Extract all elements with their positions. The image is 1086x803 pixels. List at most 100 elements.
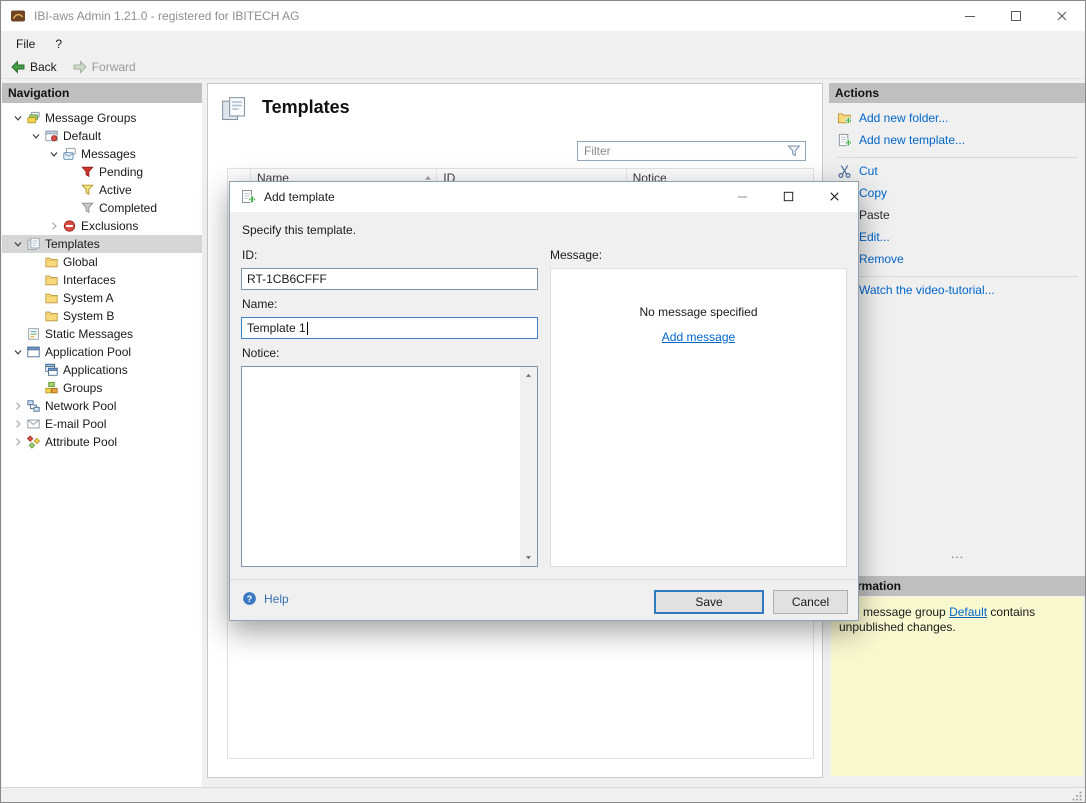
tree-item-completed[interactable]: Completed bbox=[2, 199, 202, 217]
tree-item-application-pool[interactable]: Application Pool bbox=[2, 343, 202, 361]
messages-icon bbox=[62, 147, 77, 161]
tree-item-label: Message Groups bbox=[45, 111, 136, 125]
chevron-expanded-icon[interactable] bbox=[10, 110, 26, 126]
tree-spacer bbox=[64, 164, 80, 180]
titlebar: IBI-aws Admin 1.21.0 - registered for IB… bbox=[1, 1, 1085, 31]
filter-input[interactable] bbox=[578, 144, 786, 158]
tree-item-label: Exclusions bbox=[81, 219, 138, 233]
tree-item-label: Global bbox=[63, 255, 98, 269]
forward-icon bbox=[72, 59, 88, 75]
tree-item-interfaces[interactable]: Interfaces bbox=[2, 271, 202, 289]
templates-page-icon bbox=[220, 95, 248, 123]
panel-splitter[interactable]: ... bbox=[829, 547, 1086, 561]
help-label: Help bbox=[264, 592, 289, 606]
notice-scrollbar[interactable] bbox=[520, 367, 537, 566]
tree-item-default[interactable]: Default bbox=[2, 127, 202, 145]
funnel-pending-icon bbox=[80, 165, 95, 179]
tree-item-label: Active bbox=[99, 183, 132, 197]
tree-item-groups[interactable]: Groups bbox=[2, 379, 202, 397]
scroll-down-button[interactable] bbox=[520, 549, 537, 566]
chevron-expanded-icon[interactable] bbox=[10, 236, 26, 252]
tree-spacer bbox=[28, 290, 44, 306]
tree-spacer bbox=[28, 362, 44, 378]
id-label: ID: bbox=[242, 248, 257, 262]
help-link[interactable]: ? Help bbox=[242, 591, 289, 606]
chevron-expanded-icon[interactable] bbox=[46, 146, 62, 162]
forward-button[interactable]: Forward bbox=[66, 56, 142, 78]
chevron-expanded-icon[interactable] bbox=[10, 344, 26, 360]
action-add-new-folder[interactable]: Add new folder... bbox=[829, 107, 1086, 129]
chevron-expanded-icon[interactable] bbox=[28, 128, 44, 144]
tree-item-attribute-pool[interactable]: Attribute Pool bbox=[2, 433, 202, 451]
back-icon bbox=[10, 59, 26, 75]
tree-spacer bbox=[28, 254, 44, 270]
folder-icon bbox=[44, 255, 59, 269]
applications-icon bbox=[44, 363, 59, 377]
cancel-button[interactable]: Cancel bbox=[773, 590, 848, 614]
add-message-link[interactable]: Add message bbox=[662, 330, 735, 344]
tree-item-message-groups[interactable]: Message Groups bbox=[2, 109, 202, 127]
templates-icon bbox=[26, 237, 41, 251]
maximize-button[interactable] bbox=[993, 1, 1039, 31]
dialog-maximize-button[interactable] bbox=[765, 182, 811, 211]
chevron-collapsed-icon[interactable] bbox=[10, 398, 26, 414]
text-caret bbox=[307, 322, 308, 335]
chevron-collapsed-icon[interactable] bbox=[10, 416, 26, 432]
action-remove[interactable]: Remove bbox=[829, 248, 1086, 270]
menu-help[interactable]: ? bbox=[45, 31, 72, 56]
action-cut[interactable]: Cut bbox=[829, 160, 1086, 182]
default-group-link[interactable]: Default bbox=[949, 605, 987, 619]
actions-separator bbox=[837, 157, 1078, 158]
window-controls bbox=[947, 1, 1085, 31]
action-label: Edit... bbox=[859, 230, 890, 244]
chevron-collapsed-icon[interactable] bbox=[10, 434, 26, 450]
tree-item-active[interactable]: Active bbox=[2, 181, 202, 199]
resize-grip-icon[interactable] bbox=[1070, 789, 1084, 803]
name-input[interactable]: Template 1 bbox=[241, 317, 538, 339]
message-groups-icon bbox=[26, 111, 41, 125]
tree-item-templates[interactable]: Templates bbox=[2, 235, 202, 253]
tree-item-global[interactable]: Global bbox=[2, 253, 202, 271]
dialog-subtitle: Specify this template. bbox=[242, 223, 356, 237]
action-label: Add new folder... bbox=[859, 111, 948, 125]
tree-item-label: Applications bbox=[63, 363, 128, 377]
menu-file[interactable]: File bbox=[6, 31, 45, 56]
app-window: IBI-aws Admin 1.21.0 - registered for IB… bbox=[0, 0, 1086, 803]
tree-item-network-pool[interactable]: Network Pool bbox=[2, 397, 202, 415]
tree-spacer bbox=[28, 308, 44, 324]
action-paste[interactable]: Paste bbox=[829, 204, 1086, 226]
tree-item-label: Application Pool bbox=[45, 345, 131, 359]
add-template-dialog: Add template Specify this template. ID: … bbox=[229, 181, 859, 621]
chevron-collapsed-icon[interactable] bbox=[46, 218, 62, 234]
action-add-new-template[interactable]: Add new template... bbox=[829, 129, 1086, 151]
tree-item-applications[interactable]: Applications bbox=[2, 361, 202, 379]
close-button[interactable] bbox=[1039, 1, 1085, 31]
tree-item-static-messages[interactable]: Static Messages bbox=[2, 325, 202, 343]
tree-item-system-b[interactable]: System B bbox=[2, 307, 202, 325]
scroll-up-button[interactable] bbox=[520, 367, 537, 384]
back-button[interactable]: Back bbox=[4, 56, 63, 78]
dialog-minimize-button[interactable] bbox=[719, 182, 765, 211]
save-button[interactable]: Save bbox=[654, 590, 764, 614]
action-watch-the-video-tutorial[interactable]: Watch the video-tutorial... bbox=[829, 279, 1086, 301]
help-icon: ? bbox=[242, 591, 257, 606]
id-input[interactable]: RT-1CB6CFFF bbox=[241, 268, 538, 290]
filter-funnel-icon[interactable] bbox=[786, 143, 802, 159]
name-input-value: Template 1 bbox=[247, 321, 306, 335]
tree-item-system-a[interactable]: System A bbox=[2, 289, 202, 307]
add-template-dialog-icon bbox=[240, 189, 256, 205]
dialog-close-button[interactable] bbox=[811, 182, 857, 211]
notice-textarea[interactable] bbox=[241, 366, 538, 567]
tree-item-exclusions[interactable]: Exclusions bbox=[2, 217, 202, 235]
actions-separator bbox=[837, 276, 1078, 277]
network-pool-icon bbox=[26, 399, 41, 413]
tree-item-messages[interactable]: Messages bbox=[2, 145, 202, 163]
tree-item-pending[interactable]: Pending bbox=[2, 163, 202, 181]
tree-item-e-mail-pool[interactable]: E-mail Pool bbox=[2, 415, 202, 433]
cut-icon bbox=[837, 164, 852, 179]
minimize-button[interactable] bbox=[947, 1, 993, 31]
action-copy[interactable]: Copy bbox=[829, 182, 1086, 204]
action-edit[interactable]: Edit... bbox=[829, 226, 1086, 248]
close-icon bbox=[1054, 8, 1070, 24]
maximize-icon bbox=[1008, 8, 1024, 24]
